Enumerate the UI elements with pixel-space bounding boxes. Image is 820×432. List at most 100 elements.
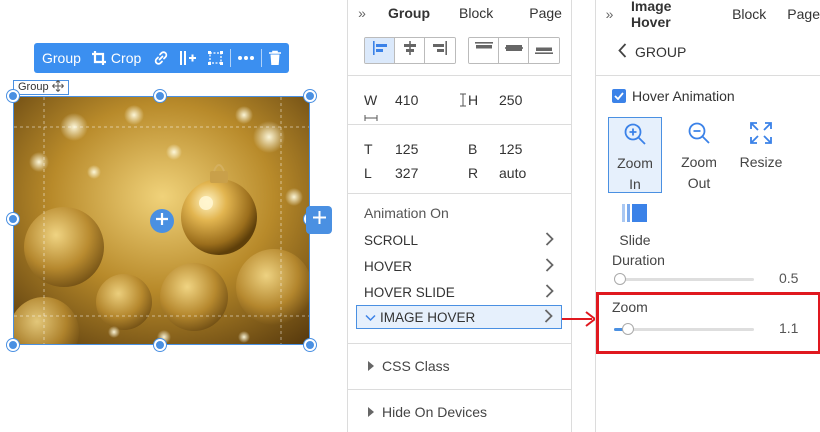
top-label: T — [364, 141, 373, 157]
tab-page[interactable]: Page — [529, 5, 562, 21]
add-column-button[interactable] — [179, 43, 197, 73]
toolbar-divider — [261, 49, 263, 67]
group-tag-label: Group — [18, 81, 49, 93]
align-bottom-icon — [535, 41, 553, 60]
slide-label: Slide — [619, 232, 651, 248]
width-icon — [364, 108, 378, 124]
width-value[interactable]: 410 — [395, 92, 455, 108]
resize-icon — [749, 117, 773, 153]
block-toolbar: Group Crop — [34, 43, 289, 73]
tab-image-hover[interactable]: Image Hover — [631, 0, 712, 30]
align-middle-icon — [504, 41, 523, 60]
chevron-left-icon — [618, 43, 627, 61]
back-to-group-button[interactable]: GROUP — [618, 43, 686, 61]
hover-animation-checkbox-row[interactable]: Hover Animation — [612, 88, 735, 104]
animation-item-label: HOVER SLIDE — [364, 284, 455, 300]
back-label: GROUP — [635, 44, 687, 60]
align-right-icon — [432, 41, 448, 60]
left-label: L — [364, 165, 372, 181]
add-block-right-button[interactable] — [306, 206, 332, 234]
tab-group[interactable]: Group — [388, 5, 430, 21]
hide-on-devices-section[interactable]: Hide On Devices — [368, 404, 487, 420]
resize-label: Resize — [739, 154, 783, 170]
align-right-button[interactable] — [425, 38, 455, 63]
duration-slider[interactable] — [614, 273, 754, 285]
crop-button-label: Crop — [110, 50, 142, 66]
resize-handle-bottom[interactable] — [154, 339, 166, 351]
align-left-button[interactable] — [365, 38, 395, 63]
resize-option[interactable]: Resize — [734, 117, 788, 193]
group-tag[interactable]: Group — [13, 79, 69, 96]
select-frame-button[interactable] — [207, 43, 224, 73]
zoom-in-label-line2: In — [629, 176, 641, 192]
panel-tabs: » Group Block Page — [348, 0, 571, 26]
resize-handle-top-right[interactable] — [304, 90, 316, 102]
zoom-highlight-box — [596, 292, 820, 354]
add-inner-block-button[interactable] — [150, 209, 174, 233]
hover-animation-checkbox[interactable] — [612, 89, 626, 103]
animation-item-image-hover[interactable]: IMAGE HOVER — [356, 305, 562, 329]
chevron-right-icon — [545, 257, 554, 275]
link-button[interactable] — [153, 43, 169, 73]
align-center-button[interactable] — [395, 38, 425, 63]
tab-page[interactable]: Page — [787, 6, 820, 22]
divider — [348, 75, 572, 76]
css-class-section[interactable]: CSS Class — [368, 358, 450, 374]
zoom-in-option[interactable]: Zoom In — [608, 117, 662, 193]
chevron-right-icon — [545, 231, 554, 249]
panel-tabs: » Image Hover Block Page — [596, 0, 820, 30]
animation-item-label: SCROLL — [364, 232, 419, 248]
collapse-panel-icon[interactable]: » — [348, 5, 376, 21]
zoom-in-label-line1: Zoom — [617, 155, 653, 171]
chevron-right-icon — [545, 283, 554, 301]
vertical-align-group — [468, 37, 560, 64]
zoom-in-icon — [623, 118, 647, 154]
align-top-button[interactable] — [469, 38, 499, 63]
annotation-arrow — [562, 310, 598, 333]
crop-icon — [91, 50, 107, 66]
resize-handle-bottom-right[interactable] — [304, 339, 316, 351]
plus-icon — [156, 212, 168, 230]
zoom-out-option[interactable]: Zoom Out — [672, 117, 726, 193]
toolbar-divider — [230, 49, 232, 67]
move-icon[interactable] — [51, 79, 64, 96]
animation-item-scroll[interactable]: SCROLL — [356, 228, 562, 252]
group-settings-panel: » Group Block Page W 410 H 250 T 125 B 1… — [347, 0, 572, 432]
right-value[interactable]: auto — [499, 165, 559, 181]
divider — [348, 193, 572, 194]
duration-slider-knob[interactable] — [614, 273, 626, 285]
align-middle-button[interactable] — [499, 38, 529, 63]
bottom-value[interactable]: 125 — [499, 141, 559, 157]
resize-handle-top[interactable] — [154, 90, 166, 102]
resize-handle-top-left[interactable] — [7, 90, 19, 102]
animation-item-label: IMAGE HOVER — [380, 309, 476, 325]
align-top-icon — [474, 41, 493, 60]
image-hover-panel: » Image Hover Block Page GROUP Hover Ani… — [595, 0, 820, 432]
group-button[interactable]: Group — [42, 43, 81, 73]
plus-icon — [312, 211, 326, 229]
chevron-right-icon — [544, 308, 553, 326]
animation-item-hover[interactable]: HOVER — [356, 254, 562, 278]
top-value[interactable]: 125 — [395, 141, 455, 157]
tab-block[interactable]: Block — [459, 5, 493, 21]
divider — [596, 75, 820, 76]
resize-handle-bottom-left[interactable] — [7, 339, 19, 351]
slide-option[interactable]: Slide — [608, 199, 662, 249]
left-value[interactable]: 327 — [395, 165, 455, 181]
height-value[interactable]: 250 — [499, 92, 559, 108]
more-icon — [237, 55, 255, 61]
animation-item-hover-slide[interactable]: HOVER SLIDE — [356, 280, 562, 304]
height-icon — [460, 93, 466, 110]
crop-button[interactable]: Crop — [91, 43, 141, 73]
zoom-out-icon — [687, 117, 711, 153]
zoom-out-label-line1: Zoom — [681, 154, 717, 170]
tab-block[interactable]: Block — [732, 6, 766, 22]
align-bottom-button[interactable] — [529, 38, 559, 63]
collapse-panel-icon[interactable]: » — [596, 6, 623, 22]
bottom-label: B — [468, 141, 478, 157]
more-button[interactable] — [237, 43, 255, 73]
slide-icon — [622, 199, 648, 231]
select-frame-icon — [207, 50, 224, 66]
resize-handle-left[interactable] — [7, 213, 19, 225]
delete-button[interactable] — [268, 43, 282, 73]
